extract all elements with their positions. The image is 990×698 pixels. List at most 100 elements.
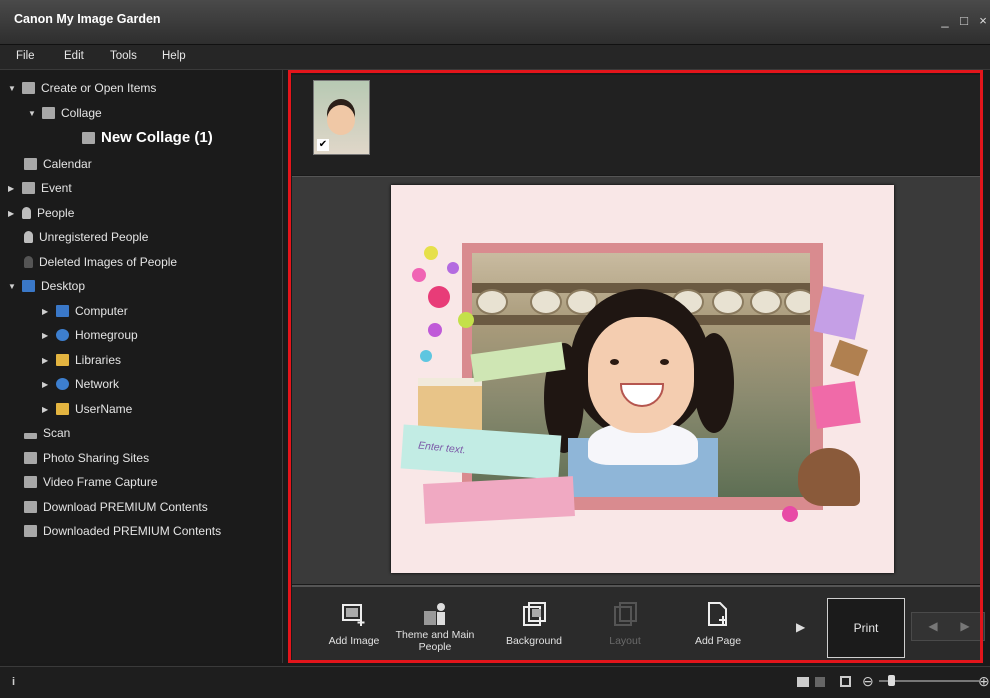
title-bar: Canon My Image Garden _ □ × <box>0 0 990 45</box>
create-icon <box>22 82 35 94</box>
expand-arrow-icon[interactable]: ▼ <box>28 104 36 124</box>
tree-item-create-open[interactable]: ▼ Create or Open Items <box>8 78 156 98</box>
maximize-button[interactable]: □ <box>956 13 972 29</box>
add-image-button[interactable]: Add Image <box>314 587 394 663</box>
tree-item-label: Downloaded PREMIUM Contents <box>43 524 222 538</box>
add-page-label: Add Page <box>694 635 742 647</box>
tree-item-desktop[interactable]: ▼ Desktop <box>8 276 85 296</box>
minimize-button[interactable]: _ <box>937 13 953 29</box>
flower-sticker[interactable] <box>447 262 459 274</box>
layout-label: Layout <box>609 635 641 647</box>
expand-arrow-icon[interactable]: ▶ <box>8 204 16 224</box>
thumbnail-strip <box>292 75 982 175</box>
menu-file[interactable]: File <box>16 50 35 62</box>
tree-item-downloaded-premium[interactable]: Downloaded PREMIUM Contents <box>24 521 221 541</box>
page-thumbnail[interactable]: ✔ <box>313 80 370 155</box>
add-image-icon <box>342 604 365 626</box>
flower-sticker[interactable] <box>420 350 432 362</box>
theme-main-people-label: Theme and Main People <box>395 629 475 653</box>
downloaded-premium-icon <box>24 525 37 537</box>
tree-item-calendar[interactable]: Calendar <box>24 154 92 174</box>
tree-item-label: Calendar <box>43 157 92 171</box>
tree-item-download-premium[interactable]: Download PREMIUM Contents <box>24 497 208 517</box>
tree-item-unregistered-people[interactable]: Unregistered People <box>24 227 148 247</box>
flower-sticker[interactable] <box>428 286 450 308</box>
layout-icon <box>614 602 637 626</box>
tree-item-collage[interactable]: ▼ Collage <box>28 103 102 123</box>
zoom-slider-handle[interactable] <box>888 675 895 686</box>
print-button[interactable]: Print <box>827 598 905 658</box>
tree-item-label: Collage <box>61 106 102 120</box>
flower-sticker[interactable] <box>458 312 474 328</box>
bouquet-sticker[interactable] <box>798 448 860 506</box>
flower-sticker[interactable] <box>412 268 426 282</box>
expand-arrow-icon[interactable]: ▶ <box>42 302 50 322</box>
zoom-out-icon[interactable]: ⊖ <box>862 673 874 690</box>
photo-plate <box>784 289 810 315</box>
tree-item-homegroup[interactable]: ▶ Homegroup <box>42 325 138 345</box>
tree-item-new-collage[interactable]: New Collage (1) <box>82 128 213 148</box>
photo-eye <box>660 359 669 365</box>
tree-item-deleted-people[interactable]: Deleted Images of People <box>24 252 177 272</box>
view-grid-icon[interactable] <box>815 677 825 687</box>
people-icon <box>22 207 31 219</box>
desktop-icon <box>22 280 35 292</box>
expand-arrow-icon[interactable]: ▶ <box>42 375 50 395</box>
expand-arrow-icon[interactable]: ▼ <box>8 277 16 297</box>
tree-item-network[interactable]: ▶ Network <box>42 374 119 394</box>
add-page-button[interactable]: Add Page <box>678 587 758 663</box>
calendar-icon <box>24 158 37 170</box>
expand-arrow-icon[interactable]: ▶ <box>42 400 50 420</box>
close-button[interactable]: × <box>975 13 990 29</box>
add-page-icon <box>708 602 727 626</box>
tree-item-people[interactable]: ▶ People <box>8 203 74 223</box>
download-premium-icon <box>24 501 37 513</box>
checkbox-icon[interactable]: ✔ <box>317 139 329 151</box>
video-capture-icon <box>24 476 37 488</box>
add-image-label: Add Image <box>328 635 380 647</box>
photo-plate <box>712 289 744 315</box>
info-icon[interactable]: i <box>12 676 15 688</box>
tree-item-video-frame-capture[interactable]: Video Frame Capture <box>24 472 158 492</box>
prev-page-button[interactable]: ◀ <box>925 618 941 634</box>
page-navigation: ◀ ▶ <box>911 612 985 641</box>
network-icon <box>56 378 69 390</box>
flower-sticker[interactable] <box>424 246 438 260</box>
expand-arrow-icon[interactable]: ▼ <box>8 79 16 99</box>
tree-item-computer[interactable]: ▶ Computer <box>42 301 128 321</box>
tape-sticker[interactable] <box>423 476 575 524</box>
homegroup-icon <box>56 329 69 341</box>
menu-edit[interactable]: Edit <box>64 50 84 62</box>
expand-arrow-icon[interactable]: ▶ <box>42 351 50 371</box>
flower-sticker[interactable] <box>782 506 798 522</box>
toolbar-more-arrow-icon[interactable]: ▶ <box>796 620 805 634</box>
user-folder-icon <box>56 403 69 415</box>
tree-item-label: Event <box>41 181 72 195</box>
tree-item-username[interactable]: ▶ UserName <box>42 399 132 419</box>
next-page-button[interactable]: ▶ <box>957 618 973 634</box>
tree-item-libraries[interactable]: ▶ Libraries <box>42 350 121 370</box>
expand-arrow-icon[interactable]: ▶ <box>8 179 16 199</box>
menu-help[interactable]: Help <box>162 50 186 62</box>
tree-item-label: Deleted Images of People <box>39 255 178 269</box>
pattern-sticker[interactable] <box>811 381 861 429</box>
expand-arrow-icon[interactable]: ▶ <box>42 326 50 346</box>
event-icon <box>22 182 35 194</box>
navigation-tree: ▼ Create or Open Items ▼ Collage New Colla… <box>0 70 283 663</box>
tree-item-label: Video Frame Capture <box>43 475 158 489</box>
background-button[interactable]: Background <box>494 587 574 663</box>
tree-item-photo-sharing[interactable]: Photo Sharing Sites <box>24 448 149 468</box>
view-list-icon[interactable] <box>797 677 809 687</box>
theme-main-people-button[interactable]: Theme and Main People <box>395 587 475 663</box>
photo-hair <box>694 333 734 433</box>
flower-sticker[interactable] <box>428 323 442 337</box>
tree-item-scan[interactable]: Scan <box>24 423 70 443</box>
layout-button[interactable]: Layout <box>585 587 665 663</box>
photo-plate <box>750 289 782 315</box>
background-icon <box>523 602 546 626</box>
zoom-in-icon[interactable]: ⊕ <box>978 673 990 690</box>
menu-tools[interactable]: Tools <box>110 50 137 62</box>
fit-view-icon[interactable] <box>840 676 851 687</box>
tree-item-label: Photo Sharing Sites <box>43 451 150 465</box>
tree-item-event[interactable]: ▶ Event <box>8 178 72 198</box>
